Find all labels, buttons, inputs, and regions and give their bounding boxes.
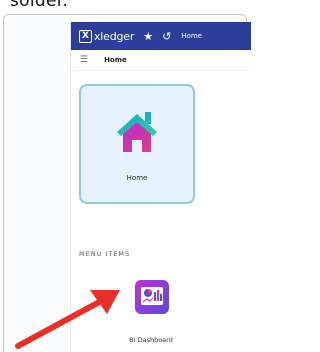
annotation-arrow	[15, 290, 120, 349]
